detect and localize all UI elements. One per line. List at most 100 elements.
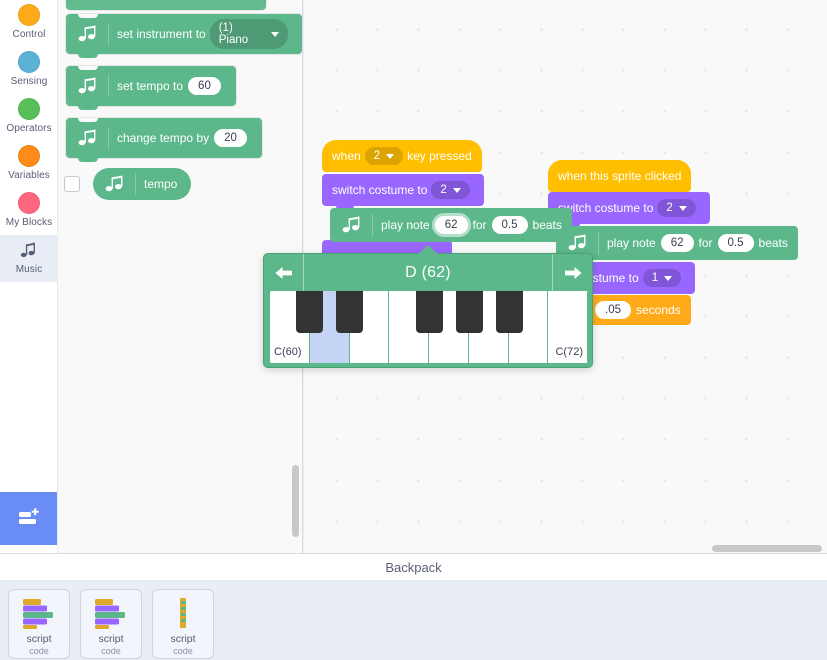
change-tempo-value-input[interactable]: 20 — [214, 129, 247, 147]
music-note-icon — [78, 25, 96, 42]
block-play-note-left[interactable]: play note 62 for 0.5 beats — [330, 208, 572, 242]
costume-dropdown[interactable]: 1 — [642, 269, 682, 287]
note-picker-header: D (62) — [264, 254, 592, 291]
tempo-monitor-checkbox[interactable] — [64, 176, 80, 192]
instrument-value: (1) Piano — [218, 22, 249, 46]
for-label: for — [472, 218, 487, 232]
block-when-key-pressed[interactable]: when 2 key pressed — [322, 140, 482, 172]
switch-costume-label: ostume to — [586, 271, 639, 285]
tempo-value-input[interactable]: 60 — [188, 77, 221, 95]
block-label: set instrument to — [117, 27, 206, 41]
note-input-left[interactable]: 62 — [434, 216, 468, 234]
sidebar-item-label: Music — [15, 264, 43, 275]
costume-value: 2 — [440, 184, 447, 196]
palette-block-set-instrument[interactable]: set instrument to (1) Piano — [66, 14, 302, 58]
backpack-item-name: script — [26, 633, 52, 645]
piano-black-key-cs61[interactable] — [296, 291, 323, 333]
chevron-down-icon — [678, 205, 687, 211]
add-extension-button[interactable] — [0, 492, 57, 545]
circle-icon — [18, 98, 40, 120]
sidebar-item-control[interactable]: Control — [0, 0, 57, 47]
block-when-sprite-clicked[interactable]: when this sprite clicked — [548, 160, 692, 192]
arrow-right-icon — [564, 266, 581, 279]
stage-horizontal-scrollbar[interactable] — [712, 545, 822, 552]
wait-input[interactable]: .05 — [595, 301, 631, 319]
beats-label: beats — [532, 218, 562, 232]
backpack-item-name: script — [170, 633, 196, 645]
sidebar-item-label: My Blocks — [5, 217, 53, 228]
sidebar-item-label: Sensing — [10, 76, 48, 87]
palette-reporter-tempo[interactable]: tempo — [93, 168, 192, 200]
beats-input-left[interactable]: 0.5 — [491, 216, 528, 234]
piano-keys[interactable]: C(60) C(72) — [270, 291, 588, 363]
sidebar-item-operators[interactable]: Operators — [0, 94, 57, 141]
instrument-dropdown[interactable]: (1) Piano — [209, 19, 288, 49]
piano-low-label: C(60) — [274, 346, 302, 358]
note-picker-popup[interactable]: D (62) C(60) C(72) — [263, 245, 593, 368]
note-picker-title: D (62) — [405, 263, 451, 281]
prev-note-button[interactable] — [264, 254, 304, 291]
backpack-item[interactable]: script code — [80, 589, 142, 659]
backpack-item-type: code — [101, 646, 121, 656]
key-dropdown[interactable]: 2 — [364, 147, 404, 165]
key-value: 2 — [373, 150, 381, 162]
piano-white-key-c72[interactable]: C(72) — [548, 291, 588, 363]
add-extension-icon — [19, 507, 39, 524]
backpack-title: Backpack — [385, 559, 442, 575]
backpack-items: script code script code script code — [0, 581, 827, 660]
costume-dropdown[interactable]: 2 — [657, 199, 696, 217]
circle-icon — [18, 51, 40, 73]
piano-high-label: C(72) — [555, 346, 583, 358]
palette-scrollbar[interactable] — [292, 465, 299, 537]
sidebar-item-variables[interactable]: Variables — [0, 141, 57, 188]
beats-label: beats — [758, 236, 788, 250]
palette-block-set-tempo[interactable]: set tempo to 60 — [66, 66, 236, 110]
piano-black-key-as70[interactable] — [496, 291, 523, 333]
palette-block-partial[interactable] — [66, 0, 266, 10]
backpack-item[interactable]: script code — [152, 589, 214, 659]
chevron-down-icon — [386, 153, 395, 159]
circle-icon — [18, 4, 40, 26]
backpack-item[interactable]: script code — [8, 589, 70, 659]
block-label: set tempo to — [117, 79, 184, 93]
backpack-item-type: code — [29, 646, 49, 656]
sprite-clicked-label: when this sprite clicked — [558, 169, 682, 183]
piano-black-key-fs66[interactable] — [416, 291, 443, 333]
sidebar-item-sensing[interactable]: Sensing — [0, 47, 57, 94]
chevron-down-icon — [271, 31, 279, 37]
music-note-icon — [105, 175, 123, 192]
piano-black-key-gs68[interactable] — [456, 291, 483, 333]
note-input-right[interactable]: 62 — [660, 234, 694, 252]
piano-black-key-ds63[interactable] — [336, 291, 363, 333]
next-note-button[interactable] — [552, 254, 592, 291]
music-note-icon — [20, 242, 35, 258]
reporter-label: tempo — [144, 177, 178, 191]
sidebar-item-label: Control — [12, 29, 46, 40]
sidebar-item-label: Operators — [6, 123, 52, 134]
scratch-editor: Control Sensing Operators Variables My B… — [0, 0, 827, 660]
script-blocks-icon — [95, 599, 125, 629]
for-label: for — [698, 236, 713, 250]
chevron-down-icon — [664, 275, 673, 281]
key-pressed-label: key pressed — [407, 149, 472, 163]
block-switch-costume-right-1[interactable]: switch costume to 2 — [548, 192, 710, 228]
costume-dropdown[interactable]: 2 — [431, 181, 470, 199]
play-note-label: play note — [381, 218, 430, 232]
sidebar-item-music[interactable]: Music — [0, 235, 57, 282]
beats-input-right[interactable]: 0.5 — [717, 234, 754, 252]
backpack-item-name: script — [98, 633, 124, 645]
when-label: when — [332, 149, 361, 163]
backpack-header[interactable]: Backpack — [0, 554, 827, 581]
palette-block-change-tempo[interactable]: change tempo by 20 — [66, 118, 262, 162]
switch-costume-label: switch costume to — [332, 183, 428, 197]
circle-icon — [18, 145, 40, 167]
sidebar-item-my-blocks[interactable]: My Blocks — [0, 188, 57, 235]
music-note-icon — [78, 77, 96, 94]
seconds-label: seconds — [636, 303, 681, 317]
block-switch-costume-left[interactable]: switch costume to 2 — [322, 174, 484, 210]
script-blocks-icon — [23, 599, 53, 629]
block-label: change tempo by — [117, 131, 210, 145]
costume-value: 1 — [651, 272, 659, 284]
backpack-item-type: code — [173, 646, 193, 656]
category-sidebar: Control Sensing Operators Variables My B… — [0, 0, 58, 553]
